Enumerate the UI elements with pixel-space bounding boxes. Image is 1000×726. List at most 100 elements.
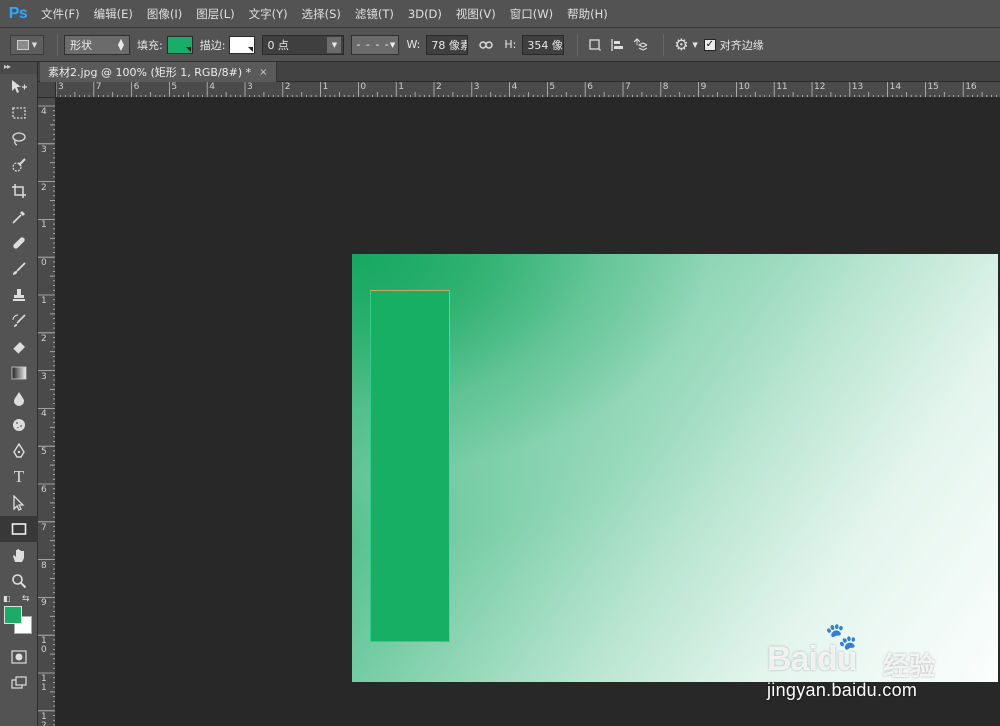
divider	[663, 33, 665, 56]
menu-item[interactable]: 编辑(E)	[89, 0, 138, 28]
eraser-tool[interactable]	[0, 334, 38, 360]
crop-tool[interactable]	[0, 178, 38, 204]
document-canvas[interactable]	[352, 254, 998, 682]
menu-item[interactable]: 帮助(H)	[562, 0, 613, 28]
swap-colors-icon[interactable]: ⇆	[22, 594, 30, 604]
height-field[interactable]: 354 像	[522, 34, 565, 55]
width-field[interactable]: 78 像素	[426, 34, 469, 55]
move-tool[interactable]	[0, 74, 38, 100]
ruler-tick-label: 4	[511, 82, 518, 92]
ruler-origin[interactable]	[38, 82, 56, 98]
ruler-tick-label: 4	[209, 82, 215, 92]
rectangle-shape-layer[interactable]	[370, 290, 450, 642]
quick-mask-button[interactable]	[0, 644, 38, 670]
ruler-tick-label: 1	[41, 296, 47, 306]
menu-item[interactable]: 窗口(W)	[505, 0, 558, 28]
path-alignment-icon[interactable]	[606, 34, 628, 56]
canvas-workspace[interactable]	[56, 98, 1000, 726]
ruler-tick-label: 0	[360, 82, 367, 92]
pen-tool[interactable]	[0, 438, 38, 464]
menu-items: 文件(F) 编辑(E) 图像(I) 图层(L) 文字(Y) 选择(S) 滤镜(T) 3D(D)…	[36, 0, 617, 28]
foreground-color-swatch[interactable]	[4, 606, 22, 624]
fill-color-swatch[interactable]	[166, 35, 193, 54]
gear-icon[interactable]: ⚙	[670, 34, 692, 56]
ruler-tick-label: 7	[41, 522, 47, 533]
stroke-width-value: 0 点	[267, 38, 289, 52]
divider	[57, 33, 58, 56]
gradient-tool[interactable]	[0, 360, 38, 386]
screen-mode-button[interactable]	[0, 670, 38, 696]
menu-item[interactable]: 图层(L)	[191, 0, 239, 28]
rectangular-marquee-icon	[11, 106, 27, 120]
lasso-tool[interactable]	[0, 126, 38, 152]
width-label: W:	[406, 38, 421, 51]
ruler-tick-label: 4	[41, 107, 47, 117]
hand-tool[interactable]	[0, 542, 38, 568]
zoom-tool[interactable]	[0, 568, 38, 594]
tool-mode-select[interactable]: 形状 ▲ ▼	[64, 34, 130, 55]
divider	[577, 33, 579, 56]
hand-icon	[11, 547, 27, 563]
menu-item[interactable]: 视图(V)	[451, 0, 501, 28]
ruler-tick-label: 3	[41, 371, 47, 382]
stroke-width-field[interactable]: 0 点 ▼	[262, 34, 345, 55]
path-selection-tool[interactable]	[0, 490, 38, 516]
stepper-arrows-icon: ▲ ▼	[117, 36, 124, 52]
ruler-tick-label: 13	[851, 82, 864, 92]
sponge-icon	[11, 417, 27, 433]
blur-tool[interactable]	[0, 386, 38, 412]
ruler-tick-label: 2	[284, 82, 291, 92]
link-icon[interactable]	[475, 34, 497, 56]
vertical-ruler[interactable]: 432101234567891 01 11 2	[38, 98, 56, 726]
align-edges-checkbox[interactable]: ✓	[703, 38, 716, 51]
chevron-down-icon[interactable]: ▼	[327, 36, 342, 53]
tool-mode-value: 形状	[70, 38, 92, 52]
history-brush-tool[interactable]	[0, 308, 38, 334]
ruler-tick-label: 1	[398, 82, 404, 92]
width-value: 78 像素	[431, 38, 469, 52]
ruler-tick-label: 6	[41, 485, 47, 495]
healing-brush-tool[interactable]	[0, 230, 38, 256]
clone-stamp-tool[interactable]	[0, 282, 38, 308]
ruler-tick-label: 8	[662, 82, 669, 92]
collapse-panel-icon[interactable]: ▸▸	[0, 62, 37, 74]
dodge-tool[interactable]	[0, 412, 38, 438]
default-colors-icon[interactable]: ◧	[3, 594, 11, 603]
menu-item[interactable]: 图像(I)	[142, 0, 187, 28]
ruler-tick-label: 1 1	[41, 674, 47, 693]
type-tool[interactable]: T	[0, 464, 38, 490]
ruler-tick-label: 9	[41, 598, 47, 609]
document-tabs: 素材2.jpg @ 100% (矩形 1, RGB/8#) * ×	[38, 62, 1000, 82]
photoshop-logo: Ps	[8, 4, 28, 22]
stroke-style-select[interactable]: - - - - ▼	[351, 34, 400, 55]
rectangle-tool[interactable]	[0, 516, 38, 542]
menu-item[interactable]: 选择(S)	[297, 0, 346, 28]
path-arrangement-icon[interactable]	[628, 34, 650, 56]
path-operations-icon[interactable]	[584, 34, 606, 56]
stroke-color-swatch[interactable]	[229, 35, 256, 54]
menu-item[interactable]: 滤镜(T)	[350, 0, 399, 28]
stamp-icon	[11, 287, 27, 303]
close-icon[interactable]: ×	[259, 67, 267, 78]
brush-tool[interactable]	[0, 256, 38, 282]
move-icon	[10, 79, 28, 95]
crop-icon	[11, 183, 27, 199]
menu-item[interactable]: 3D(D)	[403, 0, 447, 28]
ruler-tick-label: 7	[95, 82, 102, 92]
ruler-tick-label: 2	[41, 182, 47, 193]
eyedropper-tool[interactable]	[0, 204, 38, 230]
color-swatches: ◧ ⇆	[0, 594, 38, 644]
rectangle-icon	[11, 522, 27, 536]
ruler-tick-label: 6	[133, 82, 140, 92]
horizontal-ruler[interactable]: 3 7 6 5 4 3 2 1 0 1 2 3 4 5 6 7 8 9 10 11 12 13 14 15 16	[56, 82, 1000, 98]
tool-preset-picker[interactable]: ▼	[10, 34, 44, 55]
ruler-tick-label: 15	[927, 82, 939, 92]
menu-item[interactable]: 文字(Y)	[244, 0, 293, 28]
menu-item[interactable]: 文件(F)	[36, 0, 85, 28]
ruler-tick-label: 12	[814, 82, 826, 92]
ruler-tick-label: 7	[625, 82, 631, 92]
quick-selection-tool[interactable]	[0, 152, 38, 178]
document-tab[interactable]: 素材2.jpg @ 100% (矩形 1, RGB/8#) * ×	[40, 62, 277, 82]
marquee-tool[interactable]	[0, 100, 38, 126]
align-edges-label: 对齐边缘	[719, 38, 764, 52]
